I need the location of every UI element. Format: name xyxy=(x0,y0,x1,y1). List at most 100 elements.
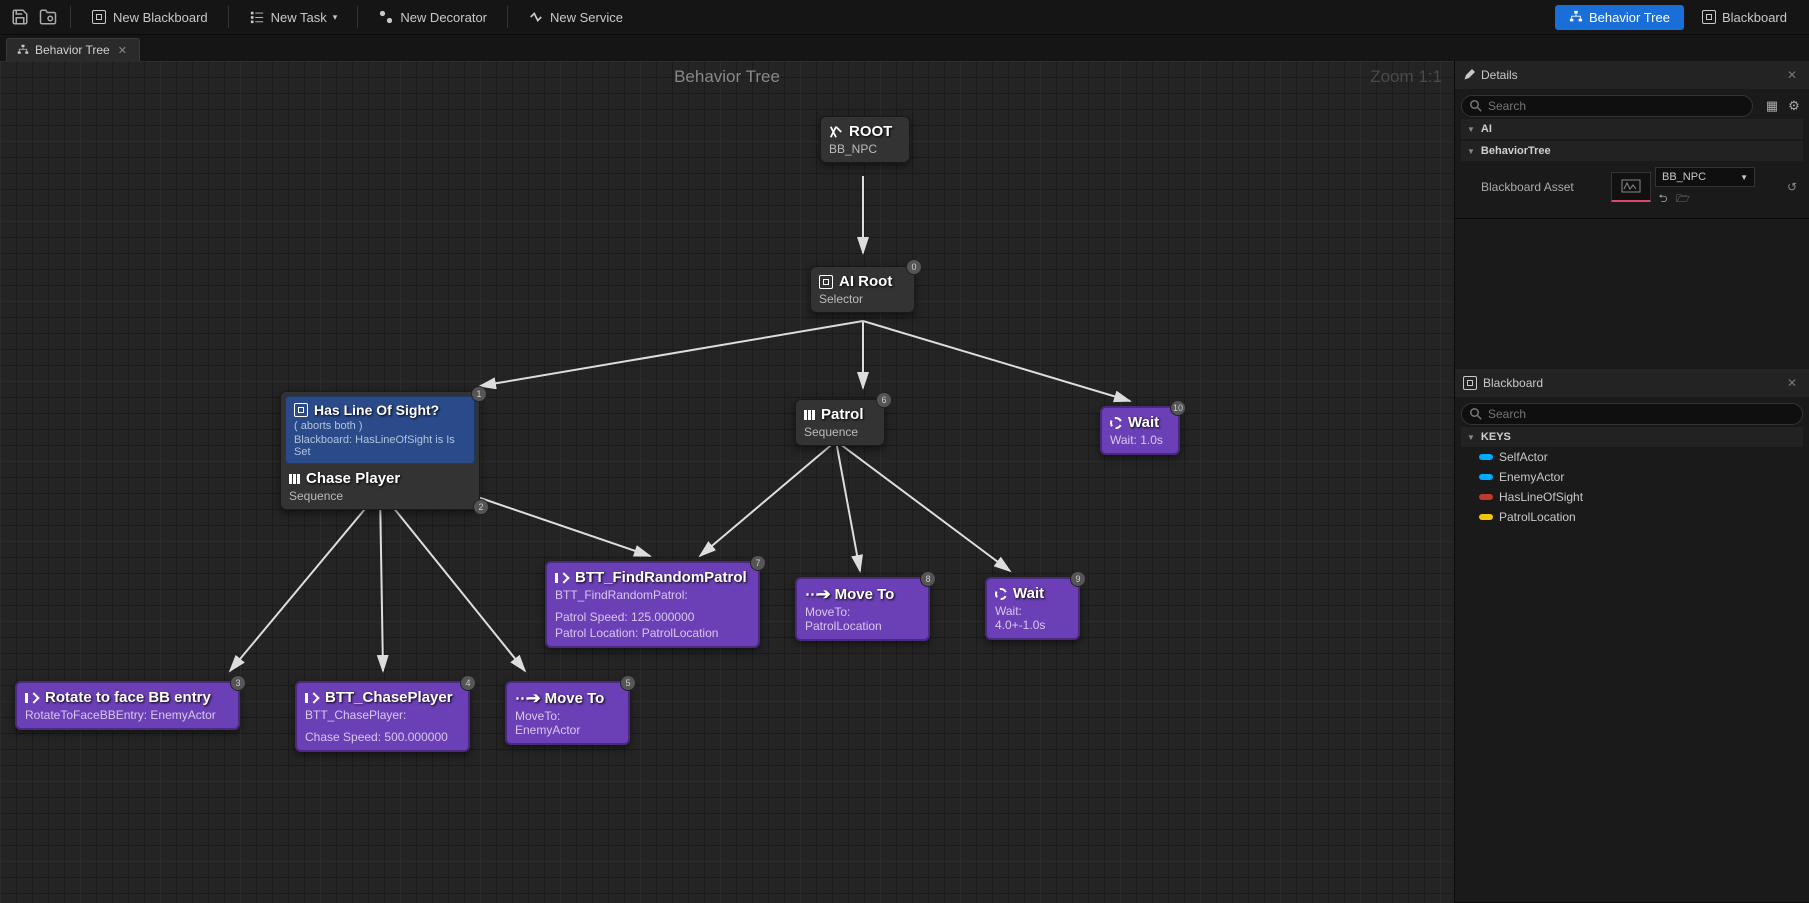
graph-canvas[interactable]: Behavior Tree Zoom 1:1 ROOT BB_NPC xyxy=(0,61,1454,903)
node-wait-right[interactable]: 10 Wait Wait: 1.0s xyxy=(1100,406,1180,455)
graph-title: Behavior Tree xyxy=(674,67,780,87)
bt-mode-label: Behavior Tree xyxy=(1589,10,1670,25)
node-chase-sub: Sequence xyxy=(289,489,471,503)
selector-icon xyxy=(819,275,833,289)
details-panel: Details ✕ ▦ ⚙ ▼AI ▼BehaviorTree xyxy=(1455,61,1809,219)
blackboard-search[interactable] xyxy=(1461,403,1803,425)
node-patrol[interactable]: 6 Patrol Sequence xyxy=(795,399,885,446)
blackboard-panel-header[interactable]: Blackboard ✕ xyxy=(1455,369,1809,397)
new-service-label: New Service xyxy=(550,10,623,25)
node-btt-chase-title: BTT_ChasePlayer xyxy=(325,689,453,706)
node-wait-r-title: Wait xyxy=(1128,414,1159,431)
tab-behavior-tree[interactable]: Behavior Tree ✕ xyxy=(6,38,140,61)
details-panel-header[interactable]: Details ✕ xyxy=(1455,61,1809,89)
node-chase-title: Chase Player xyxy=(306,470,400,487)
new-task-button[interactable]: New Task ▾ xyxy=(239,5,348,29)
panel-close-button[interactable]: ✕ xyxy=(1783,376,1801,390)
details-title: Details xyxy=(1481,68,1518,82)
node-rotate-title: Rotate to face BB entry xyxy=(45,689,211,706)
new-service-button[interactable]: New Service xyxy=(518,5,633,29)
new-decorator-button[interactable]: New Decorator xyxy=(368,5,497,29)
node-moveto-patrol[interactable]: 8 ⋯➔Move To MoveTo: PatrolLocation xyxy=(795,577,930,641)
tree-icon xyxy=(1569,10,1583,24)
cat-ai-label: AI xyxy=(1481,123,1492,135)
dropdown-arrow-icon: ▾ xyxy=(333,12,338,23)
node-root[interactable]: ROOT BB_NPC xyxy=(820,116,910,163)
node-find-patrol[interactable]: 7 BTT_FindRandomPatrol BTT_FindRandomPat… xyxy=(545,561,760,648)
blackboard-title: Blackboard xyxy=(1483,376,1543,390)
node-wait-patrol[interactable]: 9 Wait Wait: 4.0+-1.0s xyxy=(985,577,1080,640)
graph-edges xyxy=(0,61,1454,903)
search-icon xyxy=(1470,408,1482,420)
sequence-icon xyxy=(289,474,300,484)
panel-close-button[interactable]: ✕ xyxy=(1783,68,1801,82)
node-findpatrol-title: BTT_FindRandomPatrol xyxy=(575,569,747,586)
task-icon xyxy=(25,693,39,703)
bb-mode-label: Blackboard xyxy=(1722,10,1787,25)
blackboard-key[interactable]: HasLineOfSight xyxy=(1461,487,1803,507)
node-index-badge: 0 xyxy=(906,259,922,275)
main-toolbar: New Blackboard New Task ▾ New Decorator N… xyxy=(0,0,1809,35)
node-index-badge: 6 xyxy=(876,392,892,408)
node-findpatrol-sub3: Patrol Location: PatrolLocation xyxy=(555,626,750,640)
search-icon xyxy=(1470,100,1482,112)
blackboard-key[interactable]: SelfActor xyxy=(1461,447,1803,467)
decorator-has-line-of-sight[interactable]: 2 Has Line Of Sight? ( aborts both ) Bla… xyxy=(285,396,475,464)
grid-view-icon[interactable]: ▦ xyxy=(1763,97,1781,115)
new-blackboard-button[interactable]: New Blackboard xyxy=(81,5,218,29)
node-findpatrol-sub: BTT_FindRandomPatrol: xyxy=(555,588,750,602)
node-chase-player[interactable]: 1 2 Has Line Of Sight? ( aborts both ) B… xyxy=(280,391,480,510)
node-index-badge: 10 xyxy=(1170,400,1186,416)
blackboard-icon xyxy=(1702,10,1716,24)
node-findpatrol-sub2: Patrol Speed: 125.000000 xyxy=(555,610,750,624)
node-ai-root[interactable]: 0 AI Root Selector xyxy=(810,266,915,313)
save-icon[interactable] xyxy=(8,5,32,29)
asset-thumbnail[interactable] xyxy=(1611,172,1651,202)
browse-to-icon[interactable]: 🗁 xyxy=(1675,192,1691,206)
cat-bt-label: BehaviorTree xyxy=(1481,145,1551,157)
blackboard-key[interactable]: EnemyActor xyxy=(1461,467,1803,487)
property-blackboard-asset: Blackboard Asset BB_NPC▼ ⮌ 🗁 ↺ xyxy=(1461,161,1803,212)
category-keys[interactable]: ▼KEYS xyxy=(1461,427,1803,447)
node-rotate[interactable]: 3 Rotate to face BB entry RotateToFaceBB… xyxy=(15,681,240,730)
key-type-pill xyxy=(1479,494,1493,500)
node-wait2-title: Wait xyxy=(1013,585,1044,602)
moveto-icon: ⋯➔ xyxy=(805,585,829,603)
blackboard-key[interactable]: PatrolLocation xyxy=(1461,507,1803,527)
key-type-pill xyxy=(1479,514,1493,520)
node-btt-chase[interactable]: 4 BTT_ChasePlayer BTT_ChasePlayer: Chase… xyxy=(295,681,470,752)
node-moveto-enemy[interactable]: 5 ⋯➔Move To MoveTo: EnemyActor xyxy=(505,681,630,745)
chevron-down-icon: ▼ xyxy=(1740,173,1748,182)
blackboard-mode-button[interactable]: Blackboard xyxy=(1688,5,1801,30)
new-blackboard-label: New Blackboard xyxy=(113,10,208,25)
task-icon xyxy=(305,693,319,703)
settings-icon[interactable]: ⚙ xyxy=(1785,97,1803,115)
blackboard-search-input[interactable] xyxy=(1488,407,1794,421)
key-name: SelfActor xyxy=(1499,450,1548,464)
node-moveto2-title: Move To xyxy=(835,586,895,603)
new-task-label: New Task xyxy=(271,10,327,25)
category-ai[interactable]: ▼ AI xyxy=(1461,119,1803,139)
reset-to-default-icon[interactable]: ↺ xyxy=(1787,180,1797,194)
new-decorator-label: New Decorator xyxy=(400,10,487,25)
details-search-input[interactable] xyxy=(1488,99,1744,113)
blackboard-panel: Blackboard ✕ ▼KEYS SelfActor EnemyActor Ha… xyxy=(1455,369,1809,903)
expand-arrow-icon: ▼ xyxy=(1467,125,1475,134)
blackboard-asset-dropdown[interactable]: BB_NPC▼ xyxy=(1655,167,1755,187)
cat-keys-label: KEYS xyxy=(1481,431,1511,443)
key-name: EnemyActor xyxy=(1499,470,1564,484)
behavior-tree-mode-button[interactable]: Behavior Tree xyxy=(1555,5,1684,30)
node-btt-chase-sub: BTT_ChasePlayer: xyxy=(305,708,460,722)
node-index-badge: 3 xyxy=(230,675,246,691)
node-wait-r-sub: Wait: 1.0s xyxy=(1110,433,1170,447)
pencil-icon xyxy=(1463,69,1475,81)
decorator-title: Has Line Of Sight? xyxy=(314,402,439,418)
prop-bb-label: Blackboard Asset xyxy=(1481,180,1611,194)
category-behaviortree[interactable]: ▼BehaviorTree xyxy=(1461,141,1803,161)
use-selected-icon[interactable]: ⮌ xyxy=(1655,192,1671,206)
key-name: HasLineOfSight xyxy=(1499,490,1583,504)
details-search[interactable] xyxy=(1461,95,1753,117)
node-root-title: ROOT xyxy=(849,123,892,140)
tab-close-button[interactable]: ✕ xyxy=(116,44,129,57)
browse-icon[interactable] xyxy=(36,5,60,29)
